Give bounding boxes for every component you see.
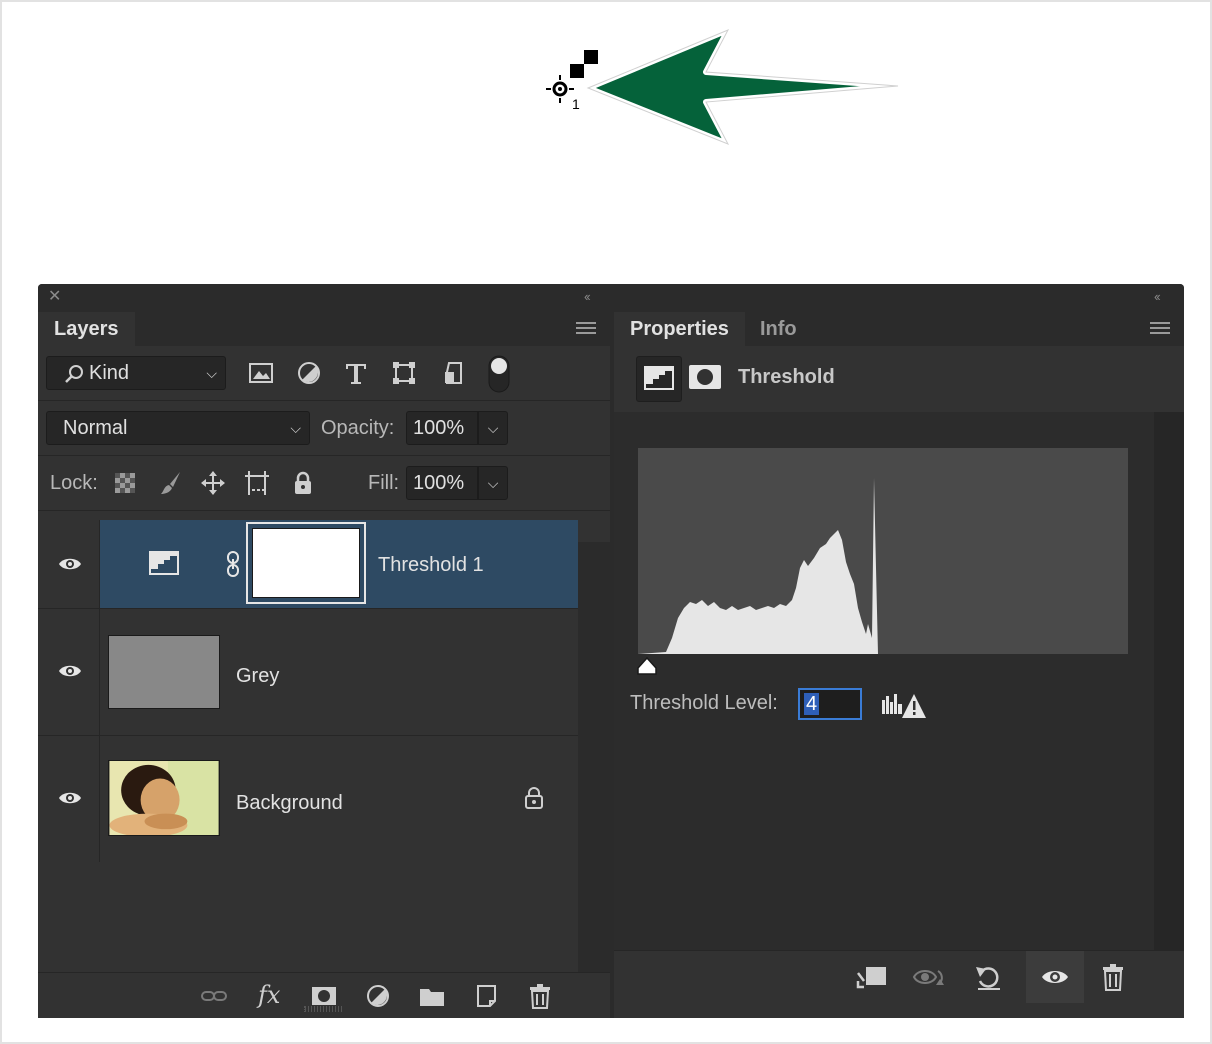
chevron-down-icon: ⌵ bbox=[206, 365, 217, 381]
threshold-controls: Threshold Level: 4 bbox=[614, 412, 1154, 950]
type-filter-icon[interactable] bbox=[343, 360, 369, 386]
layers-scrollbar-track[interactable] bbox=[578, 542, 610, 972]
layer-thumbnail-photo[interactable] bbox=[108, 760, 220, 836]
tab-info[interactable]: Info bbox=[744, 312, 813, 346]
fill-label: Fill: bbox=[368, 472, 400, 494]
threshold-slider-handle[interactable] bbox=[636, 656, 658, 676]
chevron-down-icon: ⌵ bbox=[290, 420, 301, 436]
cursor-arrow-graphic bbox=[546, 27, 901, 147]
histogram-warning-icon[interactable] bbox=[880, 692, 928, 720]
layers-panel: Layers Kind ⌵ Normal ⌵ Opacity: 100% ⌵ L… bbox=[38, 310, 610, 1018]
threshold-adjustment-icon bbox=[149, 551, 179, 575]
layer-row-background[interactable]: Background bbox=[38, 736, 578, 862]
layer-lock-icon bbox=[525, 787, 543, 809]
lock-artboard-icon[interactable] bbox=[244, 470, 270, 496]
lock-row: Lock: Fill: 100% ⌵ bbox=[38, 456, 610, 510]
new-layer-icon[interactable] bbox=[472, 983, 500, 1009]
kind-filter-select[interactable]: Kind ⌵ bbox=[46, 356, 226, 390]
fx-icon[interactable]: fx bbox=[258, 981, 280, 1009]
panel-window: ✕ ‹‹ ‹‹ Layers Kind ⌵ Normal ⌵ Opacity: … bbox=[38, 284, 1184, 1018]
visibility-eye-icon[interactable] bbox=[58, 790, 82, 806]
new-adjustment-icon[interactable] bbox=[364, 983, 392, 1009]
lock-image-icon[interactable] bbox=[158, 470, 184, 496]
adjustment-filter-icon[interactable] bbox=[296, 360, 322, 386]
opacity-label: Opacity: bbox=[321, 417, 395, 439]
lock-label: Lock: bbox=[50, 472, 98, 494]
link-layers-icon[interactable] bbox=[200, 983, 228, 1009]
layer-name: Threshold 1 bbox=[378, 554, 484, 576]
lock-position-icon[interactable] bbox=[200, 470, 226, 496]
filter-toggle-icon[interactable] bbox=[486, 354, 512, 394]
close-icon[interactable]: ✕ bbox=[48, 289, 64, 305]
annotation-callout: 1 bbox=[540, 20, 920, 160]
fill-input[interactable]: 100% bbox=[406, 466, 478, 500]
lock-all-icon[interactable] bbox=[290, 470, 316, 496]
smart-object-filter-icon[interactable] bbox=[441, 360, 467, 386]
collapse-right-icon[interactable]: ‹‹ bbox=[1154, 289, 1161, 304]
layer-name: Grey bbox=[236, 665, 280, 687]
layer-mask-thumbnail[interactable] bbox=[252, 528, 360, 598]
layer-row-grey[interactable]: Grey bbox=[38, 609, 578, 735]
delete-layer-icon[interactable] bbox=[526, 983, 554, 1009]
shape-filter-icon[interactable] bbox=[391, 360, 417, 386]
blend-row: Normal ⌵ Opacity: 100% ⌵ bbox=[38, 401, 610, 455]
new-group-icon[interactable] bbox=[418, 983, 446, 1009]
layer-row-threshold[interactable]: Threshold 1 bbox=[38, 520, 578, 608]
adjustment-title: Threshold bbox=[738, 366, 835, 388]
threshold-level-input[interactable]: 4 bbox=[798, 688, 862, 720]
properties-panel: Properties Info Threshold Threshold Leve… bbox=[614, 310, 1184, 1018]
eyedropper-cursor-icon bbox=[546, 75, 574, 103]
histogram bbox=[638, 448, 1128, 654]
filter-row: Kind ⌵ bbox=[38, 346, 610, 400]
properties-scrollbar[interactable] bbox=[1154, 412, 1184, 950]
properties-menu-icon[interactable] bbox=[1150, 322, 1170, 336]
tab-layers[interactable]: Layers bbox=[38, 312, 135, 346]
lock-transparent-icon[interactable] bbox=[114, 472, 136, 494]
properties-tabbar: Properties Info bbox=[614, 310, 1184, 346]
properties-footer bbox=[614, 950, 1184, 1003]
kind-label: Kind bbox=[89, 362, 130, 384]
view-previous-state-icon[interactable] bbox=[912, 963, 946, 991]
blend-mode-select[interactable]: Normal ⌵ bbox=[46, 411, 310, 445]
threshold-level-label: Threshold Level: bbox=[630, 692, 778, 714]
layers-tabbar: Layers bbox=[38, 310, 610, 346]
cursor-sample-number: 1 bbox=[572, 96, 580, 112]
clip-to-layer-icon[interactable] bbox=[854, 963, 888, 991]
visibility-icon[interactable] bbox=[1038, 963, 1072, 991]
layers-menu-icon[interactable] bbox=[576, 322, 596, 336]
image-filter-icon[interactable] bbox=[248, 360, 274, 386]
fill-dropdown-button[interactable]: ⌵ bbox=[478, 466, 508, 500]
reset-icon[interactable] bbox=[972, 963, 1006, 991]
layers-footer: fx bbox=[38, 972, 610, 1018]
collapse-left-icon[interactable]: ‹‹ bbox=[584, 289, 591, 304]
tab-properties[interactable]: Properties bbox=[614, 312, 745, 346]
mask-mode-icon[interactable] bbox=[688, 360, 722, 394]
threshold-adjustment-icon bbox=[644, 366, 674, 390]
opacity-input[interactable]: 100% bbox=[406, 411, 478, 445]
properties-header: Threshold bbox=[614, 346, 1184, 412]
search-icon bbox=[65, 365, 83, 383]
threshold-level-value: 4 bbox=[804, 693, 820, 715]
layer-link-icon[interactable] bbox=[226, 550, 240, 578]
layer-name: Background bbox=[236, 792, 343, 814]
opacity-dropdown-button[interactable]: ⌵ bbox=[478, 411, 508, 445]
adjustment-mode-button[interactable] bbox=[636, 356, 682, 402]
layer-thumbnail-grey[interactable] bbox=[108, 635, 220, 709]
visibility-eye-icon[interactable] bbox=[58, 556, 82, 572]
visibility-eye-icon[interactable] bbox=[58, 663, 82, 679]
blend-mode-value: Normal bbox=[63, 417, 128, 439]
delete-icon[interactable] bbox=[1096, 963, 1130, 991]
panel-titlebar: ✕ ‹‹ ‹‹ bbox=[38, 284, 1184, 310]
resize-grip[interactable] bbox=[304, 1006, 344, 1012]
